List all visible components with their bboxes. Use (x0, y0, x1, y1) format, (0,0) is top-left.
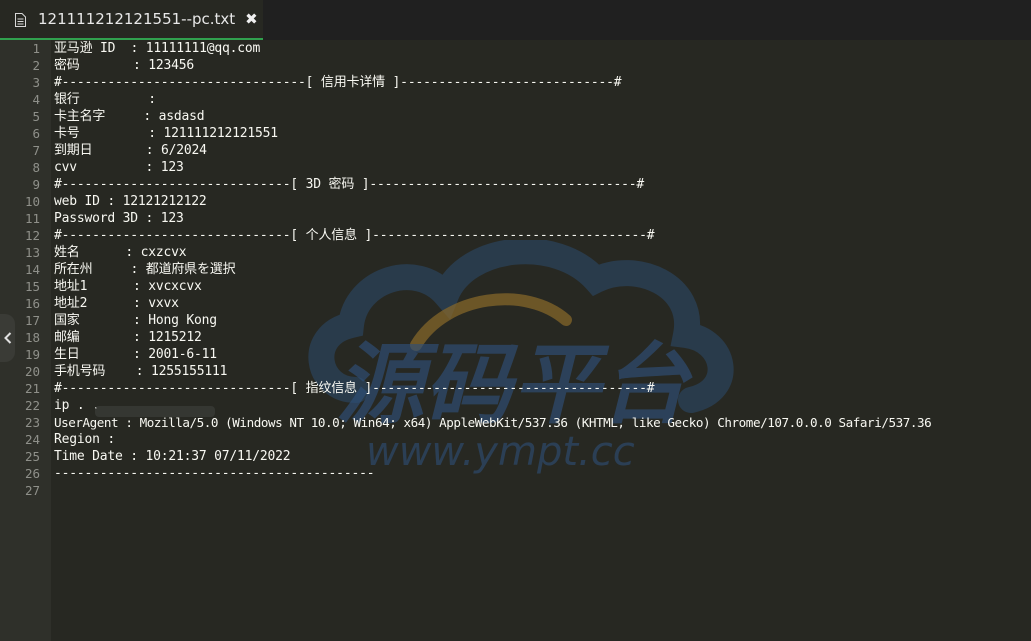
code-line: 4 银行 : (0, 91, 1031, 108)
line-text: 手机号码 : 1255155111 (54, 364, 228, 379)
line-text: 到期日 : 6/2024 (54, 143, 207, 158)
line-number: 7 (32, 143, 40, 158)
tab-title: 121111212121551--pc.txt (38, 10, 236, 28)
line-number: 22 (24, 398, 40, 413)
line-text: #------------------------------[ 3D 密码 ]… (54, 177, 644, 192)
line-number: 14 (24, 262, 40, 277)
line-text: 国家 : Hong Kong (54, 313, 217, 328)
code-line: 25 Time Date : 10:21:37 07/11/2022 (0, 448, 1031, 465)
code-line: 5 卡主名字 : asdasd (0, 108, 1031, 125)
code-line: 12 #------------------------------[ 个人信息 … (0, 227, 1031, 244)
code-line: 26 --------------------------------------… (0, 465, 1031, 482)
code-line: 27 (0, 482, 1031, 499)
line-number: 4 (32, 92, 40, 107)
line-text: Password 3D : 123 (54, 211, 184, 226)
line-text: 地址1 : xvcxcvx (54, 279, 202, 294)
line-number: 25 (24, 449, 40, 464)
line-number: 16 (24, 296, 40, 311)
line-number: 13 (24, 245, 40, 260)
line-number: 15 (24, 279, 40, 294)
code-line: 19 生日 : 2001-6-11 (0, 346, 1031, 363)
line-number: 10 (24, 194, 40, 209)
redacted-ip-mask (95, 406, 215, 417)
code-line: 17 国家 : Hong Kong (0, 312, 1031, 329)
line-number: 21 (24, 381, 40, 396)
line-text: #------------------------------[ 个人信息 ]-… (54, 228, 655, 243)
line-text: 卡主名字 : asdasd (54, 109, 205, 124)
line-number: 23 (24, 415, 40, 430)
line-text: 邮编 : 1215212 (54, 330, 202, 345)
code-line: 13 姓名 : cxzcvx (0, 244, 1031, 261)
line-text: 卡号 : 121111212121551 (54, 126, 278, 141)
code-area: 1 亚马逊 ID : 11111111@qq.com 2 密码 : 123456 3… (0, 40, 1031, 641)
line-text: 所在州 : 都道府県を選択 (54, 262, 236, 277)
line-text: 姓名 : cxzcvx (54, 245, 187, 260)
tab-bar: 121111212121551--pc.txt ✖ (0, 0, 1031, 40)
code-line: 20 手机号码 : 1255155111 (0, 363, 1031, 380)
code-line: 15 地址1 : xvcxcvx (0, 278, 1031, 295)
line-number: 1 (32, 41, 40, 56)
close-icon[interactable]: ✖ (245, 10, 258, 28)
code-line: 11 Password 3D : 123 (0, 210, 1031, 227)
line-number: 9 (32, 177, 40, 192)
line-number: 24 (24, 432, 40, 447)
line-number: 20 (24, 364, 40, 379)
line-text: 密码 : 123456 (54, 58, 194, 73)
line-text: Region : (54, 432, 116, 447)
code-line: 9 #------------------------------[ 3D 密码 … (0, 176, 1031, 193)
line-text: web ID : 12121212122 (54, 194, 207, 209)
code-line: 2 密码 : 123456 (0, 57, 1031, 74)
line-number: 5 (32, 109, 40, 124)
line-number: 26 (24, 466, 40, 481)
code-line: 8 cvv : 123 (0, 159, 1031, 176)
line-number: 2 (32, 58, 40, 73)
line-text: ip . . (54, 398, 100, 413)
tab-file[interactable]: 121111212121551--pc.txt ✖ (0, 0, 263, 40)
line-text: #------------------------------[ 指纹信息 ]-… (54, 381, 655, 396)
document-icon (15, 12, 26, 27)
chevron-left-icon (3, 329, 12, 348)
code-line: 10 web ID : 12121212122 (0, 193, 1031, 210)
code-line: 18 邮编 : 1215212 (0, 329, 1031, 346)
line-text: ----------------------------------------… (54, 466, 375, 481)
collapse-panel-toggle[interactable] (0, 314, 15, 362)
line-number: 27 (24, 483, 40, 498)
line-number: 6 (32, 126, 40, 141)
code-line: 14 所在州 : 都道府県を選択 (0, 261, 1031, 278)
code-line: 3 #--------------------------------[ 信用卡详… (0, 74, 1031, 91)
line-number: 12 (24, 228, 40, 243)
code-line: 1 亚马逊 ID : 11111111@qq.com (0, 40, 1031, 57)
line-text: 生日 : 2001-6-11 (54, 347, 217, 362)
line-text: 银行 : (54, 92, 156, 107)
line-number: 8 (32, 160, 40, 175)
code-line: 6 卡号 : 121111212121551 (0, 125, 1031, 142)
line-text: 地址2 : vxvx (54, 296, 179, 311)
code-line: 24 Region : (0, 431, 1031, 448)
line-text: 亚马逊 ID : 11111111@qq.com (54, 41, 261, 56)
line-number: 3 (32, 75, 40, 90)
line-text: Time Date : 10:21:37 07/11/2022 (54, 449, 291, 464)
code-line: 7 到期日 : 6/2024 (0, 142, 1031, 159)
line-text: cvv : 123 (54, 160, 184, 175)
code-line: 21 #------------------------------[ 指纹信息 … (0, 380, 1031, 397)
code-line: 16 地址2 : vxvx (0, 295, 1031, 312)
line-number: 11 (24, 211, 40, 226)
editor[interactable]: 源码平台 www.ympt.cc 1 亚马逊 ID : 11111111@qq.c… (0, 40, 1031, 641)
line-text: #--------------------------------[ 信用卡详情… (54, 75, 622, 90)
